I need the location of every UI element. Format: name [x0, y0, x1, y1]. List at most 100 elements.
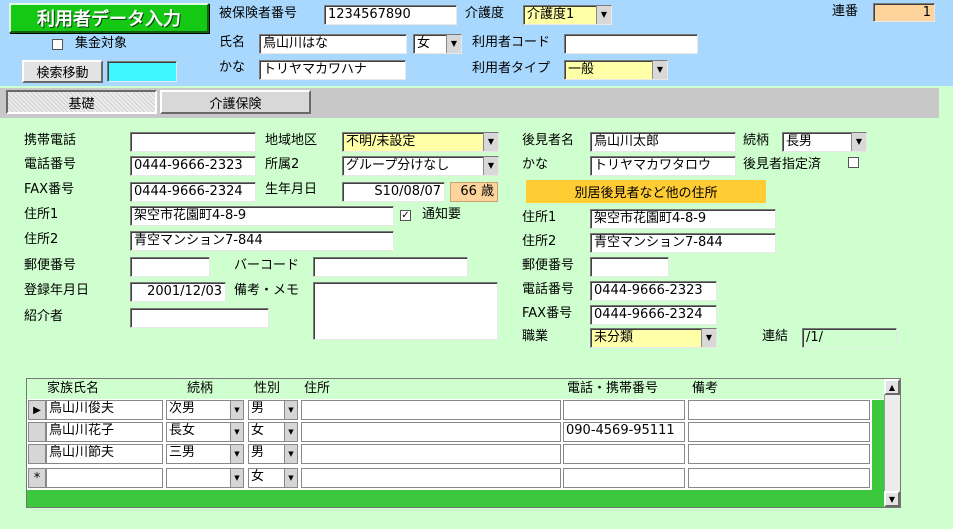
family-relation-cell[interactable]: 三男 ▼	[166, 444, 244, 464]
family-relation-cell[interactable]: ▼	[166, 468, 244, 488]
barcode-field[interactable]	[313, 257, 468, 277]
chevron-down-icon[interactable]: ▼	[596, 6, 611, 24]
chevron-down-icon[interactable]: ▼	[701, 329, 716, 347]
family-address-cell[interactable]	[301, 444, 561, 464]
g-addr2-label: 住所2	[522, 234, 557, 249]
care-level-label: 介護度	[465, 6, 505, 21]
family-relation-cell[interactable]: 次男 ▼	[166, 400, 244, 420]
relation-label: 続柄	[743, 133, 770, 148]
designated-checkbox[interactable]	[848, 157, 859, 168]
name-field[interactable]: 鳥山川はな	[259, 34, 407, 54]
g-fax-field[interactable]: 0444-9666-2324	[590, 305, 717, 325]
mobile-field[interactable]	[130, 132, 256, 152]
family-phone-cell[interactable]	[563, 400, 685, 420]
family-note-cell[interactable]	[688, 468, 870, 488]
chevron-down-icon[interactable]: ▼	[851, 133, 866, 151]
care-level-value: 介護度1	[527, 7, 575, 22]
addr2-field[interactable]: 青空マンション7-844	[130, 231, 394, 251]
group-select[interactable]: グループ分けなし ▼	[342, 156, 499, 176]
family-address-cell[interactable]	[301, 400, 561, 420]
family-phone-cell[interactable]	[563, 468, 685, 488]
phone-field[interactable]: 0444-9666-2323	[130, 156, 256, 176]
chevron-down-icon[interactable]: ▼	[652, 61, 667, 79]
chevron-down-icon[interactable]: ▼	[284, 469, 297, 487]
reg-date-field[interactable]: 2001/12/03	[130, 282, 226, 302]
link-field: /1/	[802, 328, 897, 348]
g-zip-field[interactable]	[590, 257, 669, 277]
addr1-field[interactable]: 架空市花園町4-8-9	[130, 206, 394, 226]
relation-select[interactable]: 長男 ▼	[782, 132, 867, 152]
notify-checkbox[interactable]: ✓	[400, 210, 411, 221]
zip-label: 郵便番号	[24, 258, 77, 273]
sex-select[interactable]: 女 ▼	[413, 34, 462, 54]
g-addr1-field[interactable]: 架空市花園町4-8-9	[590, 209, 776, 229]
tab-care-insurance[interactable]: 介護保険	[160, 90, 311, 114]
chevron-down-icon[interactable]: ▼	[483, 133, 498, 151]
family-address-cell[interactable]	[301, 422, 561, 442]
row-selector[interactable]	[28, 444, 46, 464]
g-addr2-field[interactable]: 青空マンション7-844	[590, 233, 776, 253]
kana-label: かな	[219, 60, 246, 75]
family-sex-cell[interactable]: 女 ▼	[248, 422, 298, 442]
guardian-kana-field[interactable]: トリヤマカワタロウ	[590, 156, 736, 176]
user-code-field[interactable]	[564, 34, 698, 54]
fax-field[interactable]: 0444-9666-2324	[130, 182, 256, 202]
insured-no-field[interactable]: 1234567890	[324, 5, 457, 25]
family-sex-cell[interactable]: 女 ▼	[248, 468, 298, 488]
page-title-button[interactable]: 利用者データ入力	[9, 3, 209, 33]
chevron-down-icon[interactable]: ▼	[284, 445, 297, 463]
family-name-cell[interactable]: 鳥山川花子	[46, 422, 163, 442]
birth-field[interactable]: S10/08/07	[342, 182, 445, 202]
chevron-down-icon[interactable]: ▼	[230, 469, 243, 487]
g-phone-field[interactable]: 0444-9666-2323	[590, 281, 717, 301]
guardian-field[interactable]: 鳥山川太郎	[590, 132, 736, 152]
scroll-up-icon[interactable]: ▲	[884, 379, 900, 395]
region-select[interactable]: 不明/未設定 ▼	[342, 132, 499, 152]
family-name-cell[interactable]	[46, 468, 163, 488]
new-row-selector[interactable]: *	[28, 468, 46, 488]
subsidy-checkbox[interactable]	[52, 39, 63, 50]
tab-basic[interactable]: 基礎	[6, 90, 157, 114]
care-level-select[interactable]: 介護度1 ▼	[523, 5, 612, 25]
chevron-down-icon[interactable]: ▼	[483, 157, 498, 175]
row-selector[interactable]	[28, 422, 46, 442]
family-note-cell[interactable]	[688, 444, 870, 464]
chevron-down-icon[interactable]: ▼	[230, 401, 243, 419]
family-sex-cell[interactable]: 男 ▼	[248, 444, 298, 464]
col-phone-header: 電話・携帯番号	[567, 381, 659, 396]
introducer-field[interactable]	[130, 308, 269, 328]
family-relation-cell[interactable]: 長女 ▼	[166, 422, 244, 442]
family-phone-cell[interactable]	[563, 444, 685, 464]
family-name-cell[interactable]: 鳥山川俊夫	[46, 400, 163, 420]
serial-label: 連番	[832, 4, 859, 19]
search-move-button[interactable]: 検索移動	[22, 60, 103, 83]
family-relation-value: 長女	[169, 423, 196, 438]
g-fax-label: FAX番号	[522, 306, 573, 321]
chevron-down-icon[interactable]: ▼	[446, 35, 461, 53]
chevron-down-icon[interactable]: ▼	[284, 401, 297, 419]
job-select[interactable]: 未分類 ▼	[590, 328, 717, 348]
row-selector[interactable]: ▶	[28, 400, 46, 420]
kana-field[interactable]: トリヤマカワハナ	[259, 60, 406, 80]
col-note-header: 備考	[692, 381, 719, 396]
user-type-select[interactable]: 一般 ▼	[564, 60, 668, 80]
family-phone-cell[interactable]: 090-4569-95111	[563, 422, 685, 442]
zip-field[interactable]	[130, 257, 210, 277]
serial-field[interactable]: 1	[873, 3, 935, 22]
separate-address-button[interactable]: 別居後見者など他の住所	[526, 180, 766, 203]
family-sex-cell[interactable]: 男 ▼	[248, 400, 298, 420]
chevron-down-icon[interactable]: ▼	[284, 423, 297, 441]
family-note-cell[interactable]	[688, 422, 870, 442]
chevron-down-icon[interactable]: ▼	[230, 445, 243, 463]
search-input[interactable]	[107, 61, 177, 82]
vertical-scrollbar[interactable]	[884, 379, 900, 507]
g-zip-label: 郵便番号	[522, 258, 575, 273]
chevron-down-icon[interactable]: ▼	[230, 423, 243, 441]
addr2-label: 住所2	[24, 232, 59, 247]
designated-label: 後見者指定済	[743, 157, 822, 172]
scroll-down-icon[interactable]: ▼	[884, 491, 900, 507]
family-note-cell[interactable]	[688, 400, 870, 420]
family-name-cell[interactable]: 鳥山川節夫	[46, 444, 163, 464]
family-address-cell[interactable]	[301, 468, 561, 488]
memo-field[interactable]	[313, 282, 498, 340]
